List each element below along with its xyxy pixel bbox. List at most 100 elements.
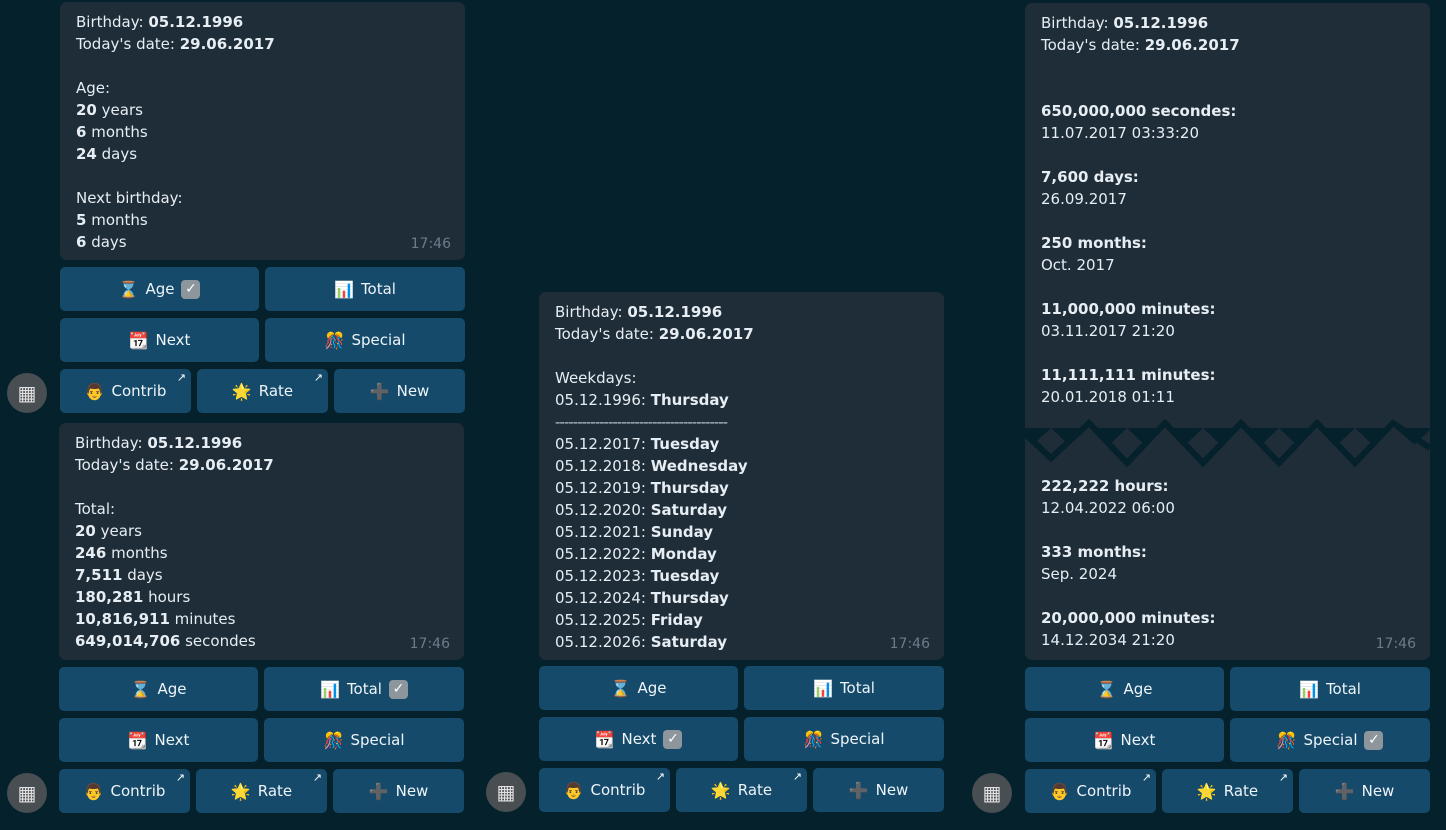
special-value: 26.09.2017 <box>1041 190 1127 208</box>
bar-chart-icon: 📊 <box>813 678 833 698</box>
special-button[interactable]: 🎊 Special <box>744 717 944 761</box>
arrow-up-right-icon: ↗ <box>176 371 186 384</box>
confetti-icon: 🎊 <box>324 330 345 350</box>
arrow-up-right-icon: ↗ <box>655 770 665 783</box>
special-value: Sep. 2024 <box>1041 565 1117 583</box>
next-button[interactable]: 📆 Next <box>1025 718 1224 762</box>
new-button[interactable]: ➕ New <box>334 369 465 413</box>
star-icon: 🌟 <box>231 381 252 401</box>
total-years: 20 years <box>75 522 142 540</box>
zigzag-cut <box>1025 418 1430 478</box>
keyboard-row-2: 📆 Next ✓ 🎊 Special <box>539 717 944 761</box>
person-icon: 👨 <box>83 781 104 801</box>
star-icon: 🌟 <box>230 781 251 801</box>
plus-icon: ➕ <box>369 381 390 401</box>
special-label: 7,600 days: <box>1041 168 1139 186</box>
rate-button[interactable]: 🌟 Rate ↗ <box>197 369 328 413</box>
special-value: 11.07.2017 03:33:20 <box>1041 124 1200 142</box>
special-label: 650,000,000 secondes: <box>1041 102 1237 120</box>
calendar-icon: 📆 <box>594 729 615 749</box>
age-button[interactable]: ⌛ Age <box>539 666 738 710</box>
weekday-row: 05.12.2024: Thursday <box>555 589 729 607</box>
weekdays-message: Birthday: 05.12.1996 Today's date: 29.06… <box>539 292 944 660</box>
timestamp: 17:46 <box>889 636 930 652</box>
weekday-row: 05.12.2023: Tuesday <box>555 567 720 585</box>
keyboard-row-1: ⌛ Age 📊 Total <box>1025 667 1430 711</box>
hourglass-icon: ⌛ <box>130 679 151 699</box>
bar-chart-icon: 📊 <box>334 279 354 299</box>
bar-chart-icon: 📊 <box>320 679 340 699</box>
rate-button[interactable]: 🌟 Rate ↗ <box>676 768 807 812</box>
special-value: 14.12.2034 21:20 <box>1041 631 1175 649</box>
next-button[interactable]: 📆 Next <box>59 718 258 762</box>
keyboard-row-2: 📆 Next 🎊 Special ✓ <box>1025 718 1430 762</box>
total-button[interactable]: 📊 Total <box>744 666 944 710</box>
age-message: Birthday: 05.12.1996 Today's date: 29.06… <box>60 2 465 260</box>
next-button[interactable]: 📆 Next ✓ <box>539 717 738 761</box>
keyboard-row-3: 👨 Contrib ↗ 🌟 Rate ↗ ➕ New <box>60 369 465 413</box>
keyboard-row-1: ⌛ Age 📊 Total <box>539 666 944 710</box>
special-value: Oct. 2017 <box>1041 256 1115 274</box>
weekday-row: 05.12.2025: Friday <box>555 611 703 629</box>
rate-button[interactable]: 🌟 Rate ↗ <box>196 769 327 813</box>
arrow-up-right-icon: ↗ <box>1278 771 1288 784</box>
arrow-up-right-icon: ↗ <box>175 771 185 784</box>
weekday-row: 05.12.2021: Sunday <box>555 523 714 541</box>
calculator-icon[interactable]: ▦ <box>486 772 526 812</box>
age-button[interactable]: ⌛ Age ✓ <box>60 267 259 311</box>
calculator-icon[interactable]: ▦ <box>7 373 47 413</box>
contrib-button[interactable]: 👨 Contrib ↗ <box>539 768 670 812</box>
special-label: 222,222 hours: <box>1041 477 1169 495</box>
special-message: Birthday: 05.12.1996 Today's date: 29.06… <box>1025 3 1430 660</box>
new-button[interactable]: ➕ New <box>333 769 464 813</box>
total-seconds: 649,014,706 secondes <box>75 632 256 650</box>
age-button[interactable]: ⌛ Age <box>1025 667 1224 711</box>
total-button[interactable]: 📊 Total <box>265 267 465 311</box>
weekday-birth: 05.12.1996: Thursday <box>555 391 729 409</box>
special-label: 11,111,111 minutes: <box>1041 366 1216 384</box>
total-button[interactable]: 📊 Total ✓ <box>264 667 464 711</box>
check-box-icon: ✓ <box>1364 730 1384 750</box>
keyboard-row-3: 👨 Contrib ↗ 🌟 Rate ↗ ➕ New <box>1025 769 1430 813</box>
next-days: 6 days <box>76 233 127 251</box>
arrow-up-right-icon: ↗ <box>313 371 323 384</box>
special-label: 333 months: <box>1041 543 1147 561</box>
timestamp: 17:46 <box>410 236 451 252</box>
age-months: 6 months <box>76 123 148 141</box>
hourglass-icon: ⌛ <box>610 678 631 698</box>
special-button[interactable]: 🎊 Special <box>265 318 465 362</box>
calendar-icon: 📆 <box>1093 730 1114 750</box>
contrib-button[interactable]: 👨 Contrib ↗ <box>59 769 190 813</box>
star-icon: 🌟 <box>710 780 731 800</box>
new-button[interactable]: ➕ New <box>1299 769 1430 813</box>
age-button[interactable]: ⌛ Age <box>59 667 258 711</box>
bar-chart-icon: 📊 <box>1299 679 1319 699</box>
special-value: 20.01.2018 01:11 <box>1041 388 1175 406</box>
special-value: 12.04.2022 06:00 <box>1041 499 1175 517</box>
hourglass-icon: ⌛ <box>118 279 139 299</box>
keyboard-row-2: 📆 Next 🎊 Special <box>59 718 464 762</box>
weekday-row: 05.12.2022: Monday <box>555 545 717 563</box>
special-label: 250 months: <box>1041 234 1147 252</box>
next-button[interactable]: 📆 Next <box>60 318 259 362</box>
plus-icon: ➕ <box>368 781 389 801</box>
contrib-button[interactable]: 👨 Contrib ↗ <box>60 369 191 413</box>
calculator-icon[interactable]: ▦ <box>972 773 1012 813</box>
special-value: 03.11.2017 21:20 <box>1041 322 1175 340</box>
calculator-icon[interactable]: ▦ <box>7 773 47 813</box>
total-hours: 180,281 hours <box>75 588 191 606</box>
check-box-icon: ✓ <box>663 729 683 749</box>
total-button[interactable]: 📊 Total <box>1230 667 1430 711</box>
plus-icon: ➕ <box>848 780 869 800</box>
confetti-icon: 🎊 <box>323 730 344 750</box>
keyboard-row-3: 👨 Contrib ↗ 🌟 Rate ↗ ➕ New <box>539 768 944 812</box>
next-months: 5 months <box>76 211 148 229</box>
special-button[interactable]: 🎊 Special ✓ <box>1230 718 1430 762</box>
confetti-icon: 🎊 <box>1276 730 1297 750</box>
rate-button[interactable]: 🌟 Rate ↗ <box>1162 769 1293 813</box>
calendar-icon: 📆 <box>128 330 149 350</box>
special-button[interactable]: 🎊 Special <box>264 718 464 762</box>
new-button[interactable]: ➕ New <box>813 768 944 812</box>
contrib-button[interactable]: 👨 Contrib ↗ <box>1025 769 1156 813</box>
person-icon: 👨 <box>84 381 105 401</box>
